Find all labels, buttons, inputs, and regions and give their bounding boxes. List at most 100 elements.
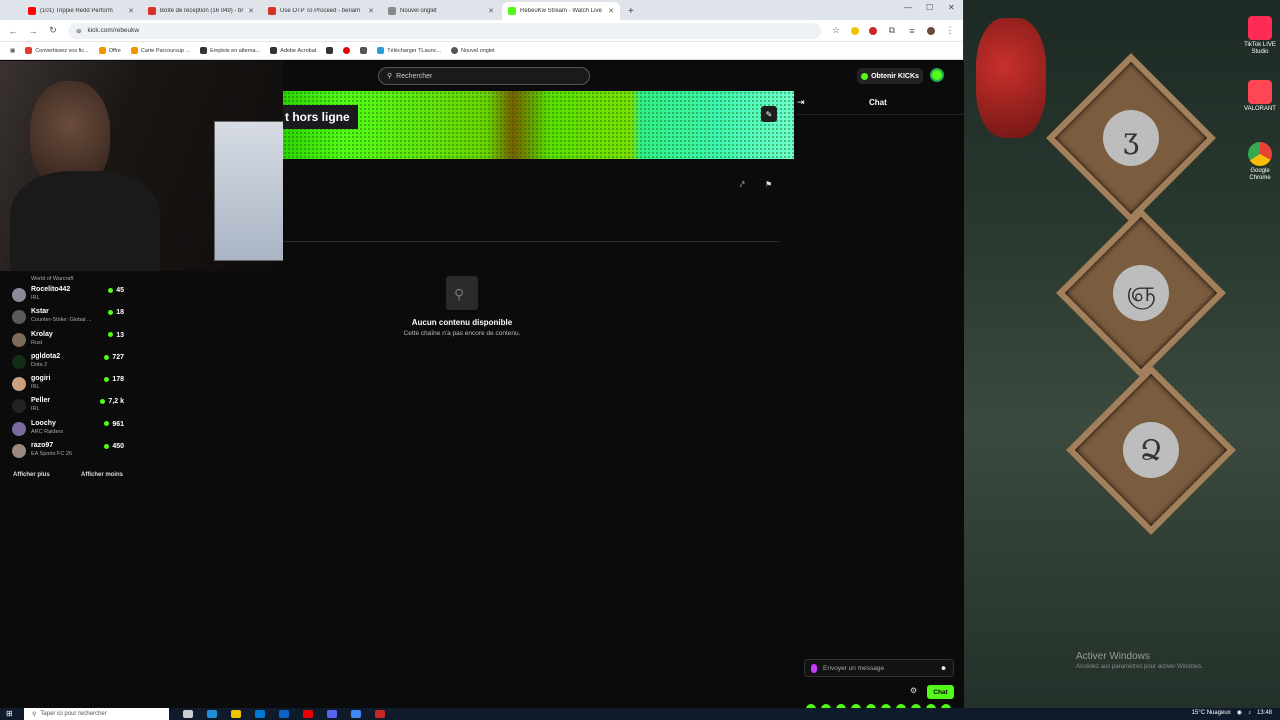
lantern-decoration — [976, 18, 1046, 138]
close-icon[interactable]: ✕ — [488, 7, 494, 15]
list-item[interactable]: pgldota2 Dota 2 727 — [10, 353, 130, 375]
youtube-icon[interactable] — [303, 710, 313, 718]
clock[interactable]: 13:48 — [1257, 710, 1272, 716]
extension-icon[interactable] — [869, 26, 877, 35]
bookmark-item[interactable] — [343, 47, 351, 54]
tab-new[interactable]: Nouvel onglet ✕ — [382, 2, 500, 20]
list-item[interactable]: gogiri IRL 178 — [10, 375, 130, 397]
wooden-sign-3: Ձ — [1066, 365, 1236, 535]
media-icon[interactable]: ≡ — [907, 26, 917, 36]
chat-send-button[interactable]: Chat — [927, 685, 954, 699]
empty-state: ⚲ Aucun contenu disponible Cette chaîne … — [380, 276, 544, 337]
mic-icon[interactable] — [811, 663, 817, 673]
extension-icon[interactable] — [851, 26, 859, 35]
empty-subtitle: Cette chaîne n'a pas encore de contenu. — [403, 330, 521, 337]
bookmark-item[interactable]: Télécharger TLaunc... — [377, 47, 441, 54]
webcam-overlay — [0, 61, 283, 271]
avatar — [12, 332, 26, 347]
activate-windows-title: Activer Windows — [1076, 651, 1150, 662]
bookmark-item[interactable]: Convertissez vos fic... — [25, 47, 89, 54]
tab-strip: (101) Trippie Redd Perform ✕ Boîte de réc… — [0, 0, 963, 20]
puzzle-icon[interactable]: ⧉ — [887, 25, 897, 36]
bookmark-item[interactable]: Emplois en alterna... — [200, 47, 260, 54]
report-icon[interactable]: ⚑ — [765, 180, 772, 189]
sign-glyph: ʒ — [1103, 110, 1159, 166]
menu-icon[interactable]: ⋮ — [945, 25, 955, 36]
desktop-wallpaper: ʒ ஞ Ձ — [964, 0, 1280, 708]
maximize-icon[interactable]: ☐ — [926, 3, 933, 12]
tab-gmail-otp[interactable]: Use OTP To Proceed - benam ✕ — [262, 2, 380, 20]
list-item[interactable]: Peller IRL 7,2 k — [10, 397, 130, 419]
edit-banner-button[interactable]: ✎ — [761, 106, 777, 122]
close-window-icon[interactable]: ✕ — [948, 3, 955, 12]
avatar — [12, 399, 26, 414]
bookmark-item[interactable]: Carte Parcoursup ... — [130, 47, 190, 54]
volume-icon[interactable]: ♪ — [1248, 710, 1251, 716]
list-item[interactable]: Krolay Rust 13 — [10, 331, 130, 353]
avatar[interactable] — [930, 68, 944, 82]
profile-avatar[interactable] — [927, 26, 935, 35]
task-view-icon[interactable] — [183, 710, 193, 718]
bookmark-item[interactable] — [360, 47, 368, 54]
explorer-icon[interactable] — [231, 710, 241, 718]
close-icon[interactable]: ✕ — [128, 7, 134, 15]
chrome-icon — [1248, 142, 1272, 166]
chat-message-input[interactable]: Envoyer un message ☻ — [804, 659, 954, 677]
windows-start-icon[interactable]: ⊞ — [6, 709, 13, 718]
taskbar-search-input[interactable]: ⚲ Taper ici pour rechercher — [24, 708, 169, 720]
avatar — [12, 377, 26, 392]
list-item[interactable]: Loochy ARC Raiders 961 — [10, 420, 130, 442]
forward-icon[interactable]: → — [28, 26, 38, 36]
category-label: World of Warcraft — [31, 276, 74, 282]
bookmark-star-icon[interactable]: ☆ — [831, 25, 841, 36]
bookmark-item[interactable]: Offre — [98, 47, 121, 54]
bookmarks-bar: ▦ Convertissez vos fic... Offre Carte Pa… — [0, 42, 963, 60]
store-icon[interactable] — [255, 710, 265, 718]
share-icon[interactable]: ⤤ — [740, 180, 745, 190]
weather-widget[interactable]: 15°C Nuageux — [1192, 710, 1231, 716]
tab-gmail[interactable]: Boîte de réception (16 049) - br ✕ — [142, 2, 260, 20]
show-more-link[interactable]: Afficher plus — [13, 472, 50, 478]
close-icon[interactable]: ✕ — [248, 7, 254, 15]
bookmark-item[interactable]: Adobe Acrobat — [270, 47, 316, 54]
app-icon[interactable] — [375, 710, 385, 718]
offline-label: t hors ligne — [283, 105, 358, 129]
list-item[interactable]: Rocelito442 IRL 45 — [10, 286, 130, 308]
youtube-icon — [28, 7, 36, 15]
tab-kick[interactable]: RebeuKw Stream - Watch Live ✕ — [502, 2, 620, 20]
outlook-icon[interactable] — [279, 710, 289, 718]
site-info-icon[interactable]: ⊜ — [76, 27, 81, 35]
channel-banner: t hors ligne — [283, 91, 794, 159]
bookmark-item[interactable] — [326, 47, 334, 54]
back-icon[interactable]: ← — [8, 26, 18, 36]
bookmark-item[interactable]: Nouvel onglet — [451, 47, 495, 54]
close-icon[interactable]: ✕ — [608, 7, 614, 15]
get-kicks-button[interactable]: Obtenir KICKs — [857, 68, 923, 84]
emoji-icon[interactable]: ☻ — [940, 665, 947, 672]
show-less-link[interactable]: Afficher moins — [81, 472, 123, 478]
desktop-icon-tiktok[interactable]: TikTok LIVE Studio — [1240, 16, 1280, 56]
list-item[interactable]: razo97 EA Sports FC 26 450 — [10, 442, 130, 464]
desktop-icon-chrome[interactable]: Google Chrome — [1240, 142, 1280, 182]
reload-icon[interactable]: ↻ — [48, 25, 58, 36]
gear-icon[interactable]: ⚙ — [910, 686, 917, 695]
desktop-icon-valorant[interactable]: VALORANT — [1240, 80, 1280, 113]
apps-icon[interactable]: ▦ — [10, 48, 15, 54]
list-item[interactable]: Kstar Counter-Strike: Global ... 18 — [10, 308, 130, 330]
address-field[interactable]: ⊜ kick.com/rebeukw — [68, 22, 821, 39]
new-tab-button[interactable]: + — [628, 6, 634, 17]
network-icon[interactable]: ◉ — [1237, 709, 1242, 716]
search-input[interactable]: ⚲ Rechercher — [378, 67, 590, 85]
avatar — [12, 288, 26, 302]
chrome-icon[interactable] — [351, 710, 361, 718]
tab-youtube[interactable]: (101) Trippie Redd Perform ✕ — [22, 2, 140, 20]
url-bar: ← → ↻ ⊜ kick.com/rebeukw ☆ ⧉ ≡ ⋮ — [0, 20, 963, 42]
close-icon[interactable]: ✕ — [368, 7, 374, 15]
discord-icon[interactable] — [327, 710, 337, 718]
empty-file-icon: ⚲ — [446, 276, 478, 310]
minimize-icon[interactable]: — — [904, 3, 912, 12]
edge-icon[interactable] — [207, 710, 217, 718]
valorant-icon — [1248, 80, 1272, 104]
collapse-chat-icon[interactable]: ⇥ — [797, 97, 805, 108]
system-tray: 15°C Nuageux ◉ ♪ 13:48 — [1192, 709, 1272, 717]
